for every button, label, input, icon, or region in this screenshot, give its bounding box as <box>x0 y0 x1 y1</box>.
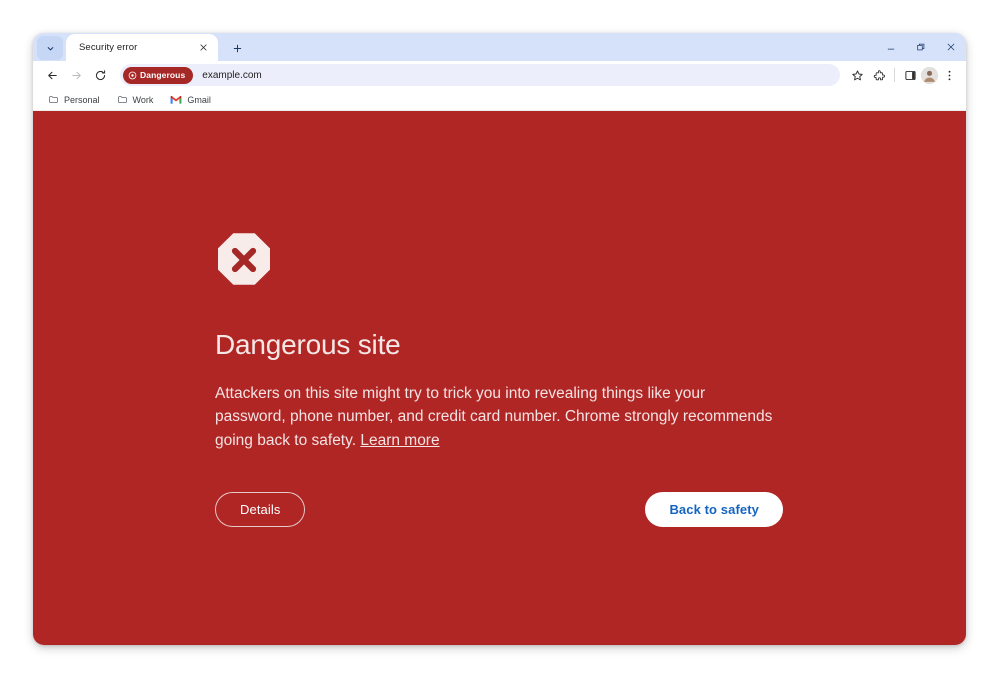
arrow-right-icon <box>71 71 81 79</box>
forward-button[interactable] <box>64 63 88 87</box>
plus-icon <box>233 44 241 52</box>
back-button[interactable] <box>40 63 64 87</box>
bookmark-star-button[interactable] <box>846 64 868 86</box>
restore-icon <box>917 43 925 51</box>
window-controls <box>876 33 966 61</box>
three-dots-vertical-icon <box>948 70 950 80</box>
action-button-row: Details Back to safety <box>215 492 783 528</box>
address-bar[interactable]: Dangerous example.com <box>120 64 840 86</box>
page-body-text: Attackers on this site might try to tric… <box>215 382 780 453</box>
url-text: example.com <box>202 69 262 81</box>
close-icon[interactable] <box>195 40 211 56</box>
folder-icon <box>117 96 127 104</box>
danger-icon <box>128 71 137 79</box>
bookmark-label: Work <box>132 94 154 105</box>
bookmark-item-work[interactable]: Work <box>110 92 161 107</box>
browser-toolbar: Dangerous example.com <box>33 61 966 89</box>
octagon-x-icon <box>215 231 785 294</box>
minimize-button[interactable] <box>876 33 906 61</box>
puzzle-piece-icon <box>873 69 885 80</box>
side-panel-button[interactable] <box>899 64 921 86</box>
avatar[interactable] <box>921 66 938 84</box>
new-tab-button[interactable] <box>225 36 249 60</box>
learn-more-link[interactable]: Learn more <box>360 432 439 449</box>
minimize-icon <box>887 48 895 50</box>
tab-strip: Security error <box>33 33 966 61</box>
interstitial-content: Dangerous site Attackers on this site mi… <box>215 231 785 528</box>
bookmark-label: Gmail <box>187 94 211 105</box>
chevron-down-icon <box>47 46 53 50</box>
back-to-safety-button[interactable]: Back to safety <box>645 492 783 528</box>
details-button[interactable]: Details <box>215 492 306 528</box>
tab-title: Security error <box>79 42 138 53</box>
tab-search-button[interactable] <box>37 36 63 60</box>
reload-button[interactable] <box>88 63 112 87</box>
browser-tab[interactable]: Security error <box>66 34 218 61</box>
page-title: Dangerous site <box>215 329 401 360</box>
bookmark-item-personal[interactable]: Personal <box>41 92 107 107</box>
bookmark-label: Personal <box>64 94 100 105</box>
arrow-left-icon <box>47 71 57 79</box>
restore-button[interactable] <box>906 33 936 61</box>
bookmarks-bar: Personal Work Gmail <box>33 89 966 111</box>
bookmark-item-gmail[interactable]: Gmail <box>163 93 218 107</box>
body-paragraph-text: Attackers on this site might try to tric… <box>215 384 773 449</box>
close-icon <box>947 43 955 51</box>
profile-photo-icon <box>921 66 938 84</box>
extensions-button[interactable] <box>868 64 890 86</box>
security-interstitial-page: Dangerous site Attackers on this site mi… <box>33 111 966 645</box>
close-window-button[interactable] <box>936 33 966 61</box>
gmail-icon <box>170 95 182 104</box>
reload-icon <box>95 69 105 80</box>
browser-window: Security error Dangerous example.com Per… <box>33 33 966 645</box>
side-panel-icon <box>904 70 916 80</box>
security-status-badge[interactable]: Dangerous <box>123 66 194 84</box>
folder-icon <box>49 96 58 104</box>
star-icon <box>851 69 863 80</box>
chrome-menu-button[interactable] <box>938 64 960 86</box>
security-status-label: Dangerous <box>140 70 186 80</box>
toolbar-divider <box>894 68 895 82</box>
